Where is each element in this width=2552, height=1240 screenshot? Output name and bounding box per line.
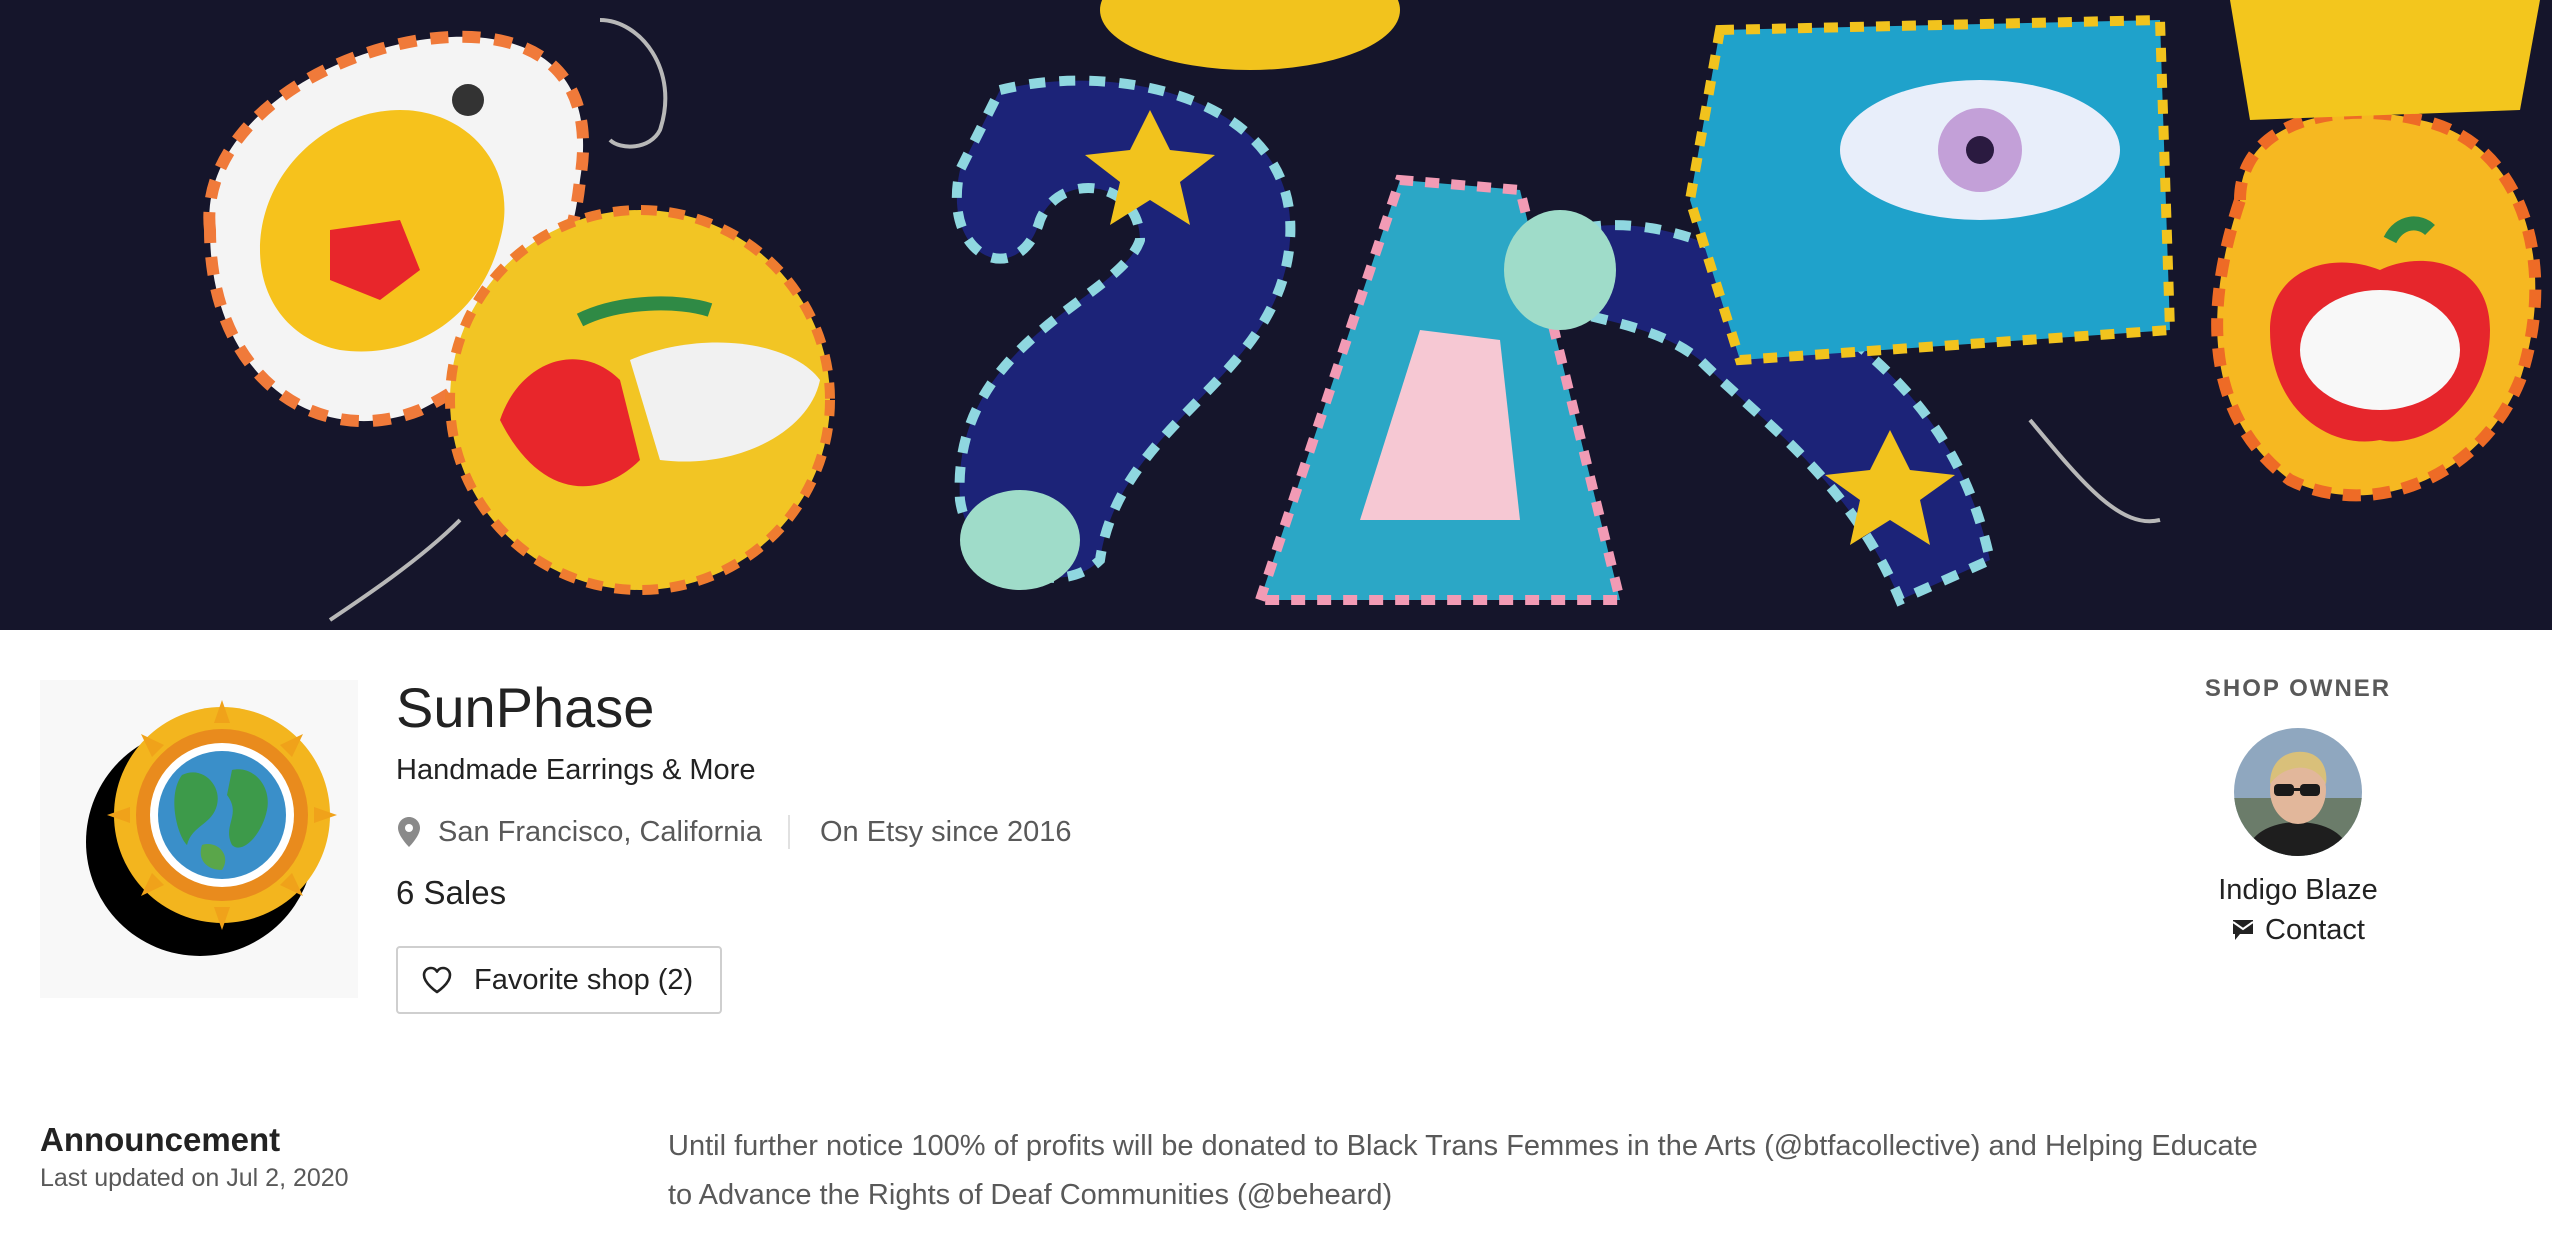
shop-tagline: Handmade Earrings & More — [396, 754, 756, 786]
shop-logo — [40, 680, 358, 998]
favorite-shop-button[interactable]: Favorite shop (2) — [396, 946, 722, 1014]
announcement-title: Announcement — [40, 1121, 281, 1158]
shop-location: San Francisco, California — [438, 815, 762, 848]
contact-owner-link[interactable]: Contact — [2231, 912, 2365, 948]
shop-sales-count[interactable]: 6 Sales — [396, 872, 506, 914]
owner-name[interactable]: Indigo Blaze — [2180, 872, 2416, 908]
contact-label: Contact — [2265, 914, 2365, 946]
owner-avatar[interactable] — [2234, 728, 2362, 856]
map-pin-icon — [398, 817, 420, 847]
shop-meta: San Francisco, California On Etsy since … — [396, 812, 1071, 852]
shop-owner-heading: SHOP OWNER — [2204, 675, 2392, 702]
announcement-updated-date: Last updated on Jul 2, 2020 — [40, 1164, 349, 1192]
shop-name: SunPhase — [396, 676, 655, 739]
sun-globe-logo-icon — [40, 680, 358, 998]
announcement-text: Until further notice 100% of profits wil… — [668, 1130, 2258, 1211]
shop-since: On Etsy since 2016 — [819, 815, 1072, 848]
meta-divider — [787, 815, 790, 849]
shop-owner-panel: SHOP OWNER Indigo Blaze Contact — [2180, 672, 2416, 948]
favorite-shop-label: Favorite shop (2) — [474, 963, 694, 996]
heart-icon — [422, 966, 452, 994]
shop-banner-image — [0, 0, 2552, 630]
message-icon — [2232, 920, 2254, 940]
